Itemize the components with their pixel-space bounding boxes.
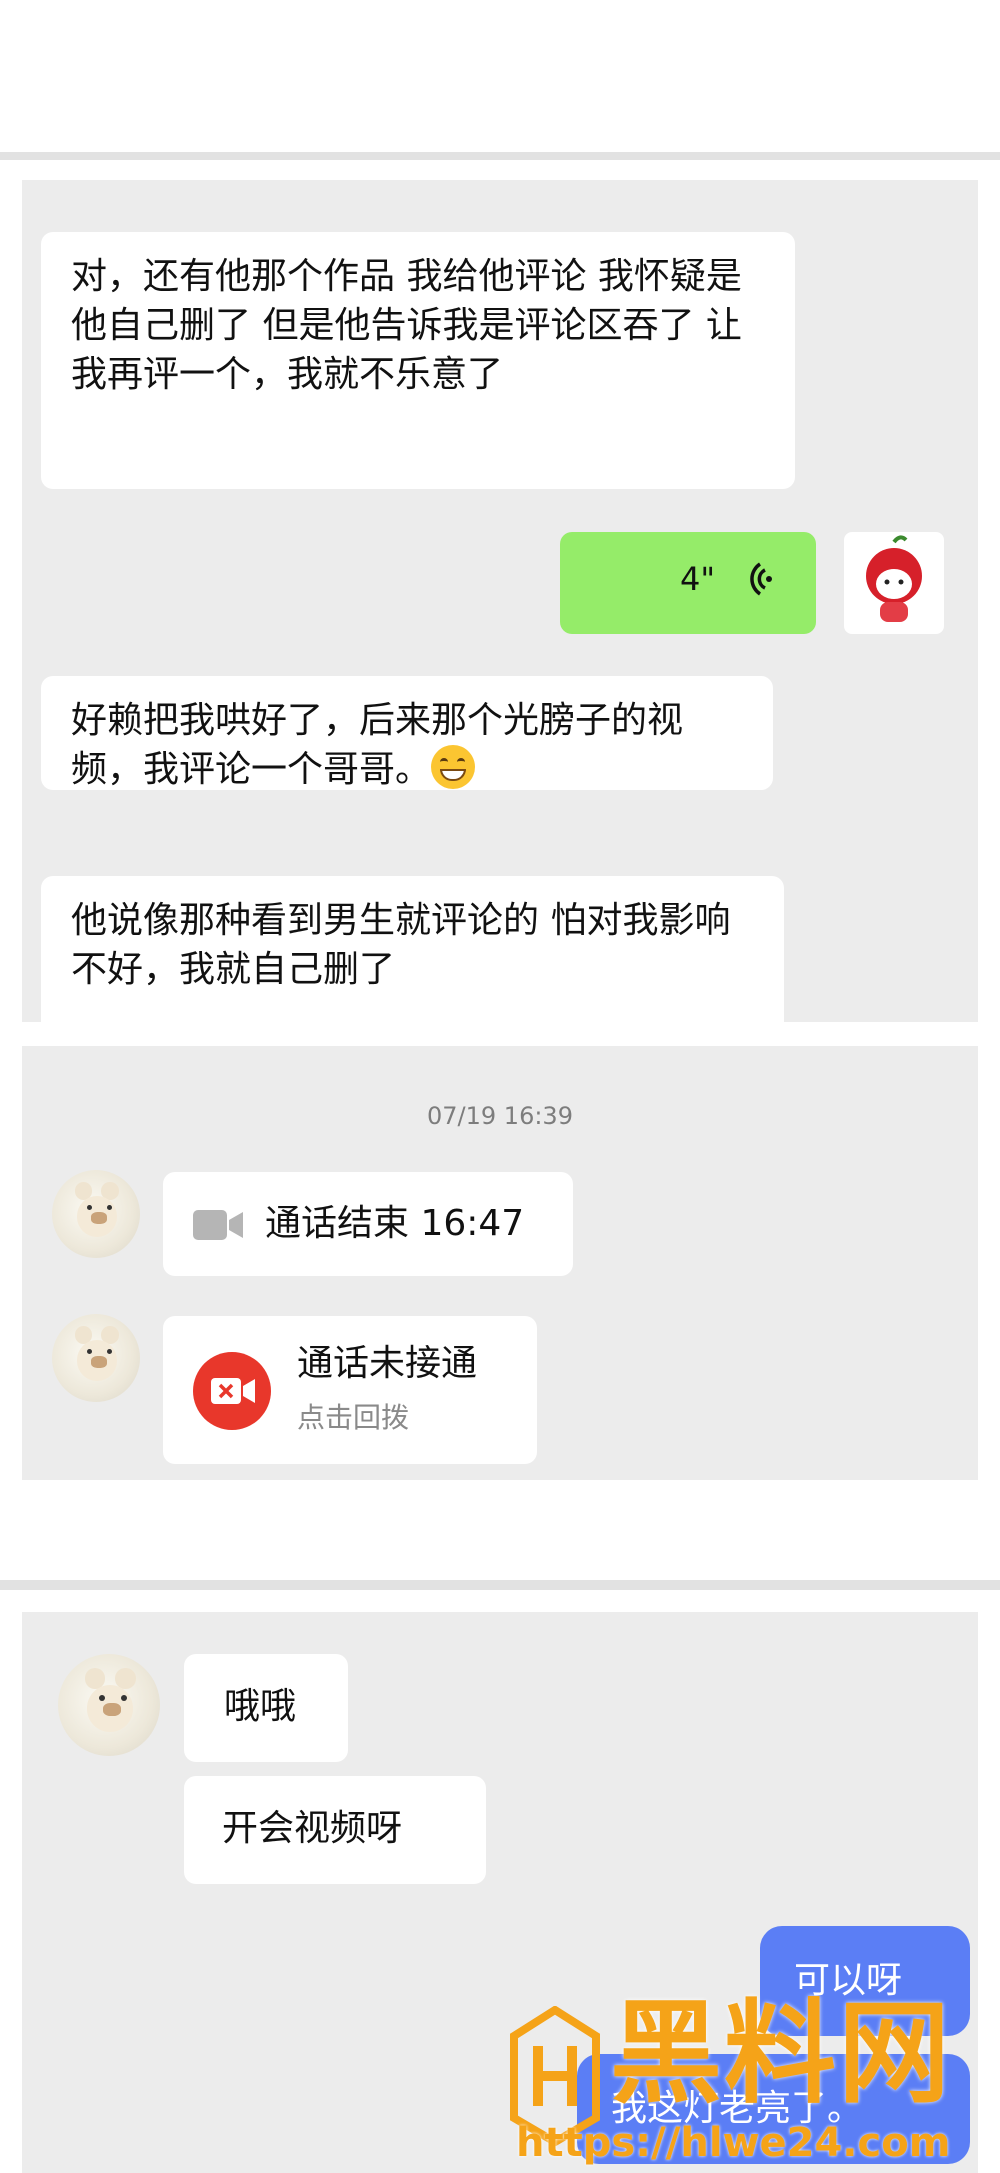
watermark-brand: 黑料网 [610, 1989, 952, 2119]
voice-wave-icon [738, 556, 772, 606]
received-message-bubble[interactable]: 他说像那种看到男生就评论的 怕对我影响不好，我就自己删了 [41, 876, 784, 1022]
contact-avatar[interactable] [52, 1170, 140, 1258]
message-text: 对，还有他那个作品 我给他评论 我怀疑是他自己删了 但是他告诉我是评论区吞了 让… [71, 256, 742, 395]
video-camera-icon [193, 1208, 243, 1246]
message-text-content: 好赖把我哄好了，后来那个光膀子的视频，我评论一个哥哥。 [71, 700, 684, 790]
message-text: 开会视频呀 [222, 1808, 403, 1849]
message-text: 哦哦 [224, 1686, 297, 1727]
received-message-bubble[interactable]: 开会视频呀 [184, 1776, 486, 1884]
contact-avatar[interactable] [58, 1654, 160, 1756]
missed-call-bubble[interactable]: 通话未接通 点击回拨 [163, 1316, 537, 1464]
bear-nose [90, 1212, 107, 1224]
call-back-link[interactable]: 点击回拨 [297, 1398, 409, 1438]
received-message-bubble[interactable]: 对，还有他那个作品 我给他评论 我怀疑是他自己删了 但是他告诉我是评论区吞了 让… [41, 232, 795, 489]
cherry-avatar-icon [866, 535, 922, 622]
sent-voice-message[interactable]: 4" [560, 532, 816, 634]
watermark-url: https://hlwe24.com [516, 2120, 951, 2166]
contact-avatar[interactable] [52, 1314, 140, 1402]
call-ended-bubble[interactable]: 通话结束 16:47 [163, 1172, 573, 1276]
chat-panel-1: 对，还有他那个作品 我给他评论 我怀疑是他自己删了 但是他告诉我是评论区吞了 让… [22, 180, 978, 1022]
grin-emoji-icon [431, 745, 476, 789]
section-divider [0, 152, 1000, 160]
sender-avatar[interactable] [844, 532, 944, 634]
chat-panel-2: 07/19 16:39 通话结束 16:47 通话未接通 点击回拨 [22, 1046, 978, 1480]
missed-call-text: 通话未接通 [297, 1343, 478, 1384]
message-text: 好赖把我哄好了，后来那个光膀子的视频，我评论一个哥哥。 [71, 696, 743, 794]
missed-video-call-icon [193, 1352, 271, 1430]
call-ended-text: 通话结束 16:47 [265, 1203, 525, 1244]
section-divider [0, 1580, 1000, 1590]
message-text: 他说像那种看到男生就评论的 怕对我影响不好，我就自己删了 [71, 900, 731, 990]
bear-eye [98, 1694, 105, 1701]
received-message-bubble[interactable]: 好赖把我哄好了，后来那个光膀子的视频，我评论一个哥哥。 [41, 676, 773, 790]
received-message-bubble[interactable]: 哦哦 [184, 1654, 348, 1762]
chat-timestamp: 07/19 16:39 [427, 1102, 573, 1130]
voice-duration: 4" [680, 560, 716, 598]
bear-nose [102, 1702, 122, 1717]
bear-nose [90, 1356, 107, 1368]
